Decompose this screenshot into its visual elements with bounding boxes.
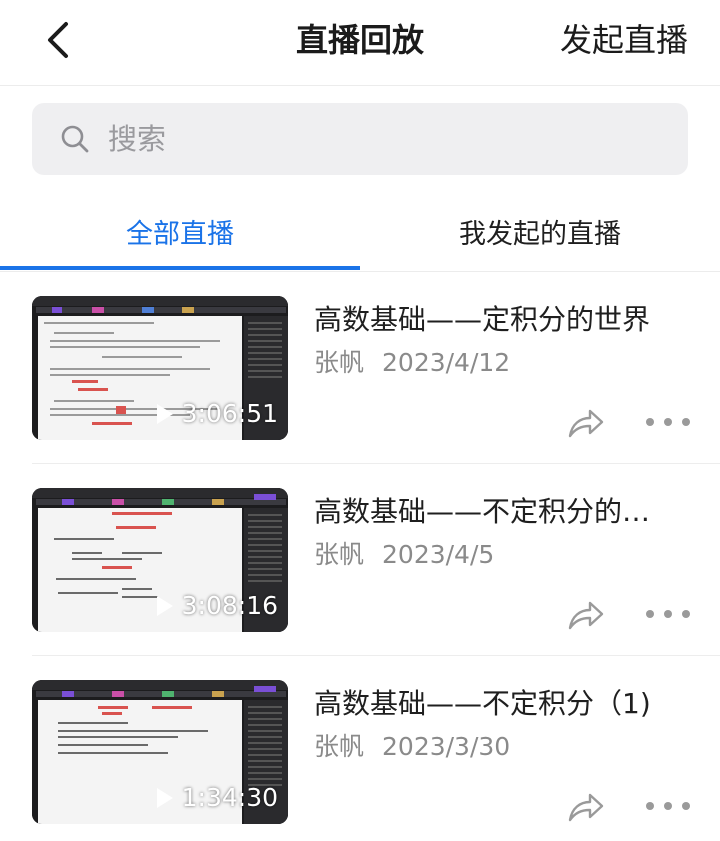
start-live-button[interactable]: 发起直播: [560, 20, 688, 60]
recording-title[interactable]: 高数基础——定积分的世界: [314, 302, 684, 338]
more-dot: [682, 802, 690, 810]
recording-date: 2023/4/5: [382, 540, 495, 569]
back-button[interactable]: [36, 18, 80, 62]
tab-bar: 全部直播 我发起的直播: [0, 190, 720, 272]
tab-all-live[interactable]: 全部直播: [0, 190, 360, 272]
duration-text: 3:08:16: [181, 591, 278, 620]
list-item[interactable]: 3:08:16 高数基础——不定积分的… 张帆 2023/4/5: [0, 464, 720, 656]
duration-text: 3:06:51: [181, 399, 278, 428]
author-name: 张帆: [314, 540, 365, 569]
chevron-left-icon: [48, 22, 68, 58]
recording-title[interactable]: 高数基础——不定积分（1): [314, 686, 684, 722]
play-icon: [156, 595, 173, 616]
recording-list: 3:06:51 高数基础——定积分的世界 张帆 2023/4/12 3:08:1…: [0, 272, 720, 841]
recording-date: 2023/3/30: [382, 732, 511, 761]
share-icon[interactable]: [566, 406, 606, 440]
video-thumbnail[interactable]: 1:34:30: [32, 680, 288, 824]
duration-text: 1:34:30: [181, 783, 278, 812]
video-thumbnail[interactable]: 3:06:51: [32, 296, 288, 440]
search-bar[interactable]: [32, 103, 688, 175]
more-options-button[interactable]: [646, 798, 690, 814]
more-dot: [664, 802, 672, 810]
more-horizontal-icon: [646, 802, 654, 810]
share-icon[interactable]: [566, 790, 606, 824]
more-dot: [664, 418, 672, 426]
play-icon: [156, 787, 173, 808]
top-navigation-bar: 直播回放 发起直播: [0, 0, 720, 86]
list-item[interactable]: 1:34:30 高数基础——不定积分（1) 张帆 2023/3/30: [0, 656, 720, 841]
more-dot: [682, 610, 690, 618]
more-horizontal-icon: [646, 610, 654, 618]
duration-badge: 3:06:51: [156, 399, 278, 428]
search-input[interactable]: [108, 122, 628, 156]
author-name: 张帆: [314, 348, 365, 377]
share-icon[interactable]: [566, 598, 606, 632]
more-dot: [682, 418, 690, 426]
more-dot: [664, 610, 672, 618]
duration-badge: 3:08:16: [156, 591, 278, 620]
search-icon: [61, 125, 89, 153]
more-horizontal-icon: [646, 418, 654, 426]
video-thumbnail[interactable]: 3:08:16: [32, 488, 288, 632]
duration-badge: 1:34:30: [156, 783, 278, 812]
tab-my-live[interactable]: 我发起的直播: [360, 190, 720, 272]
recording-meta: 张帆 2023/4/12: [314, 346, 510, 380]
list-item[interactable]: 3:06:51 高数基础——定积分的世界 张帆 2023/4/12: [0, 272, 720, 464]
more-options-button[interactable]: [646, 606, 690, 622]
author-name: 张帆: [314, 732, 365, 761]
play-icon: [156, 403, 173, 424]
recording-title[interactable]: 高数基础——不定积分的…: [314, 494, 684, 530]
recording-meta: 张帆 2023/3/30: [314, 730, 510, 764]
recording-date: 2023/4/12: [382, 348, 511, 377]
active-tab-indicator: [0, 266, 360, 270]
more-options-button[interactable]: [646, 414, 690, 430]
recording-meta: 张帆 2023/4/5: [314, 538, 494, 572]
